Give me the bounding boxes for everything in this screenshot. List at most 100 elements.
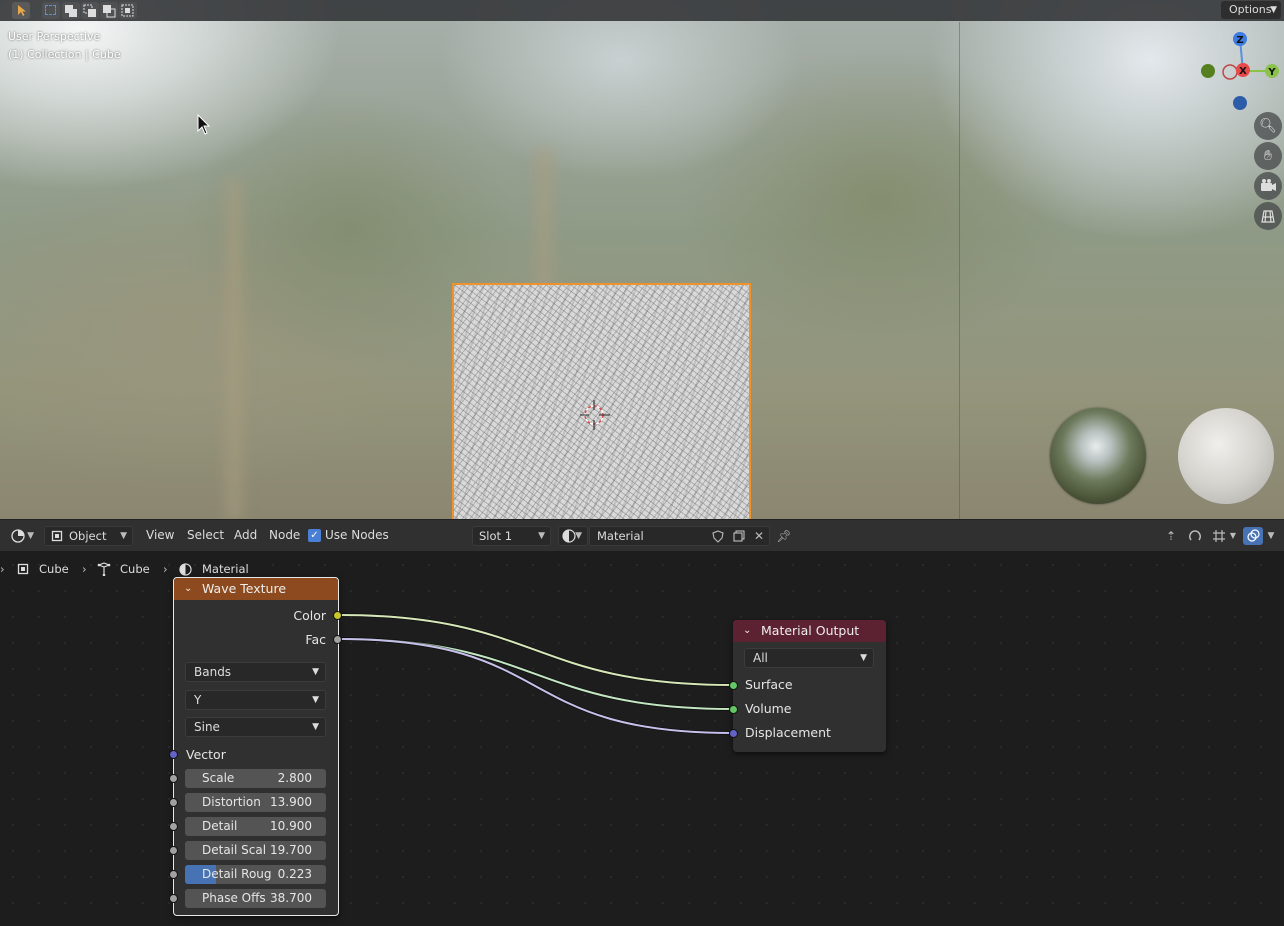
- material-output-header[interactable]: ⌄ Material Output: [733, 620, 886, 642]
- field-value: 2.800: [277, 771, 312, 785]
- detail-input-socket[interactable]: [169, 822, 178, 831]
- phase-offset-field[interactable]: Phase Offs 38.700: [185, 889, 326, 908]
- wave-texture-header[interactable]: ⌄ Wave Texture: [174, 578, 338, 600]
- material-output-node[interactable]: ⌄ Material Output All ▼ Surface Volume Di…: [733, 620, 886, 752]
- 3d-cursor-icon: [580, 400, 610, 430]
- phase-offset-input-socket[interactable]: [169, 894, 178, 903]
- menu-select[interactable]: Select: [187, 528, 224, 542]
- snap-magnet-icon[interactable]: [1186, 527, 1204, 545]
- new-material-copy-icon[interactable]: [730, 527, 748, 545]
- link-fac-displacement: [338, 638, 734, 734]
- detail-roughness-slider[interactable]: Detail Roug 0.223: [185, 865, 326, 884]
- scale-input-socket[interactable]: [169, 774, 178, 783]
- input-vector-label: Vector: [186, 747, 226, 762]
- field-label: Detail: [202, 819, 238, 833]
- chevron-down-icon: ▼: [1270, 5, 1277, 15]
- blender-window: Options ▼ User Perspective (1) Collection…: [0, 0, 1284, 926]
- distortion-field[interactable]: Distortion 13.900: [185, 793, 326, 812]
- profile-value: Sine: [194, 720, 220, 734]
- select-box-intersect-icon[interactable]: [119, 2, 137, 19]
- editor-type-dropdown[interactable]: ▼: [6, 526, 40, 546]
- input-surface-label: Surface: [745, 677, 793, 692]
- hdri-preview-sphere: [1050, 408, 1146, 504]
- pin-icon[interactable]: 📌︎: [775, 527, 793, 545]
- wave-texture-node[interactable]: ⌄ Wave Texture Color Fac Bands ▼ Y ▼ Sine ▼…: [173, 577, 339, 916]
- mouse-pointer-icon: [197, 114, 211, 135]
- distortion-input-socket[interactable]: [169, 798, 178, 807]
- 3d-viewport[interactable]: Options ▼ User Perspective (1) Collection…: [0, 0, 1284, 519]
- neg-x-axis-icon: [1222, 64, 1238, 80]
- select-box-extend-icon[interactable]: [62, 2, 80, 19]
- field-label: Detail Roug: [202, 867, 272, 881]
- select-box-subtract-icon[interactable]: [81, 2, 99, 19]
- wave-type-value: Bands: [194, 665, 232, 679]
- neg-y-axis-icon: [1201, 64, 1215, 78]
- field-value: 13.900: [270, 795, 312, 809]
- field-label: Distortion: [202, 795, 261, 809]
- displacement-input-socket[interactable]: [729, 729, 738, 738]
- vector-input-socket[interactable]: [169, 750, 178, 759]
- select-tool-icon[interactable]: [12, 2, 30, 19]
- orthographic-grid-icon[interactable]: [1254, 202, 1282, 230]
- input-volume-label: Volume: [745, 701, 792, 716]
- color-output-socket[interactable]: [333, 611, 342, 620]
- output-fac-label: Fac: [305, 632, 326, 647]
- navigation-gizmo[interactable]: Z Y X: [1195, 28, 1281, 114]
- menu-node[interactable]: Node: [269, 528, 300, 542]
- field-value: 19.700: [270, 843, 312, 857]
- select-box-invert-icon[interactable]: [100, 2, 118, 19]
- volume-input-socket[interactable]: [729, 705, 738, 714]
- camera-view-icon[interactable]: [1254, 172, 1282, 200]
- chevron-down-icon: ▼: [120, 531, 127, 541]
- chevron-down-icon[interactable]: ⌄: [743, 620, 751, 642]
- y-axis-label: Y: [1267, 67, 1276, 78]
- neg-z-axis-icon: [1233, 96, 1247, 110]
- wave-type-dropdown[interactable]: Bands ▼: [185, 662, 326, 682]
- fac-output-socket[interactable]: [333, 635, 342, 644]
- pan-hand-icon[interactable]: ✋︎: [1254, 142, 1282, 170]
- chevron-down-icon: ▼: [538, 531, 545, 541]
- profile-dropdown[interactable]: Sine ▼: [185, 717, 326, 737]
- viewport-toolbar: Options ▼: [0, 0, 1284, 21]
- menu-add[interactable]: Add: [234, 528, 257, 542]
- output-target-dropdown[interactable]: All ▼: [744, 648, 874, 668]
- chevron-down-icon: ▼: [312, 667, 319, 677]
- object-mode-label: Object: [69, 529, 107, 543]
- z-axis-label: Z: [1236, 35, 1243, 46]
- overlay-toggle-icon[interactable]: [1243, 527, 1263, 545]
- surface-input-socket[interactable]: [729, 681, 738, 690]
- detail-roughness-input-socket[interactable]: [169, 870, 178, 879]
- background-trunk: [220, 180, 248, 519]
- direction-value: Y: [194, 693, 202, 707]
- slot-dropdown[interactable]: Slot 1 ▼: [472, 526, 551, 546]
- output-target-value: All: [753, 651, 768, 665]
- snap-grid-dropdown-icon[interactable]: ▼: [1208, 527, 1238, 545]
- collection-label: (1) Collection | Cube: [8, 48, 121, 61]
- chevron-down-icon: ▼: [575, 531, 582, 541]
- slot-label: Slot 1: [479, 529, 513, 543]
- scale-field[interactable]: Scale 2.800: [185, 769, 326, 788]
- zoom-icon[interactable]: 🔍︎: [1254, 112, 1282, 140]
- fake-user-shield-icon[interactable]: [709, 527, 727, 545]
- material-output-title: Material Output: [761, 623, 860, 638]
- field-value: 38.700: [270, 891, 312, 905]
- object-mode-dropdown[interactable]: Object ▼: [44, 526, 133, 546]
- direction-dropdown[interactable]: Y ▼: [185, 690, 326, 710]
- detail-scale-input-socket[interactable]: [169, 846, 178, 855]
- field-label: Detail Scal: [202, 843, 267, 857]
- chevron-down-icon[interactable]: ▼: [1264, 527, 1278, 545]
- use-nodes-checkbox[interactable]: ✓: [308, 529, 321, 542]
- input-displacement-label: Displacement: [745, 725, 831, 740]
- material-browse-button[interactable]: ▼: [558, 526, 588, 546]
- object-icon: [51, 530, 63, 542]
- detail-field[interactable]: Detail 10.900: [185, 817, 326, 836]
- detail-scale-field[interactable]: Detail Scal 19.700: [185, 841, 326, 860]
- options-dropdown[interactable]: Options ▼: [1221, 1, 1281, 19]
- select-box-new-icon[interactable]: [42, 2, 60, 19]
- menu-view[interactable]: View: [146, 528, 174, 542]
- field-value: 0.223: [277, 867, 312, 881]
- chevron-down-icon[interactable]: ⌄: [184, 578, 192, 600]
- node-editor-canvas[interactable]: › Cube › Cube › Material ⌄ Wave Texture: [0, 552, 1284, 926]
- parent-node-tree-icon[interactable]: ⇡: [1162, 527, 1180, 545]
- unlink-close-icon[interactable]: ✕: [750, 527, 768, 545]
